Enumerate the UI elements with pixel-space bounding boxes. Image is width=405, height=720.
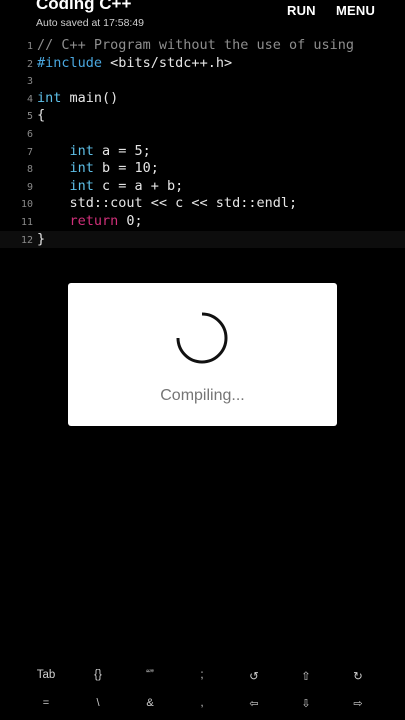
code-line[interactable]: 6 [0,125,405,143]
code-line[interactable]: 11 return 0; [0,213,405,231]
code-type: int [69,160,94,177]
code-directive: #include [37,54,103,71]
line-number: 4 [26,93,33,105]
line-number: 5 [26,111,33,123]
code-line[interactable]: 10 std::cout << c << std::endl; [0,195,405,213]
line-number: 9 [26,181,33,193]
code-line[interactable]: 4 int main() [0,90,405,108]
code-line[interactable]: 3 [0,72,405,90]
key-comma[interactable]: , [173,697,231,709]
code-line[interactable]: 1 // C++ Program without the use of usin… [0,37,405,55]
arrow-down-icon[interactable]: ⇩ [277,697,335,710]
line-number: 11 [20,216,33,228]
code-line[interactable]: 8 int b = 10; [0,160,405,178]
code-keyword: return [69,212,119,229]
code-text: a = 5; [93,142,151,159]
key-quotes[interactable]: “” [121,669,179,681]
code-text: { [37,107,46,124]
loading-spinner-icon [176,312,228,364]
code-text: main() [61,89,119,106]
dialog-message: Compiling... [160,387,245,404]
code-editor[interactable]: 1 // C++ Program without the use of usin… [0,37,405,249]
code-text: } [37,230,46,247]
code-text: b = 10; [93,160,159,177]
autosave-status: Auto saved at 17:58:49 [36,17,144,29]
undo-icon[interactable]: ↺ [225,669,283,683]
app-bar: Coding C++ Auto saved at 17:58:49 RUN ME… [0,0,405,36]
redo-icon[interactable]: ↻ [329,669,387,683]
code-text: <bits/stdc++.h> [102,54,233,71]
line-number: 1 [26,41,33,52]
code-comment: // C++ Program without the use of using [37,37,354,53]
line-number: 10 [20,199,33,211]
code-text: 0; [118,212,143,229]
key-semicolon[interactable]: ; [173,669,231,681]
line-number: 3 [26,76,33,88]
code-line[interactable]: 7 int a = 5; [0,143,405,161]
code-type: int [69,177,94,194]
code-type: int [69,142,94,159]
arrow-right-icon[interactable]: ⇨ [329,697,387,710]
code-line[interactable]: 9 int c = a + b; [0,178,405,196]
page-title: Coding C++ [36,0,132,13]
code-type: int [37,89,62,106]
line-number: 6 [26,128,33,140]
menu-button[interactable]: MENU [336,3,375,18]
key-backslash[interactable]: \ [69,697,127,709]
code-text: c = a + b; [93,177,184,194]
arrow-left-icon[interactable]: ⇦ [225,697,283,710]
compiling-dialog: Compiling... [68,283,337,426]
code-line[interactable]: 5 { [0,107,405,125]
key-braces[interactable]: {} [69,669,127,681]
code-line-current[interactable]: 12 } [0,230,405,249]
key-tab[interactable]: Tab [17,669,75,681]
key-ampersand[interactable]: & [121,697,179,709]
code-line[interactable]: 2 #include <bits/stdc++.h> [0,55,405,73]
line-number: 12 [20,234,33,246]
line-number: 8 [26,164,33,176]
line-number: 7 [26,146,33,158]
line-number: 2 [26,58,33,70]
key-equals[interactable]: = [17,697,75,709]
run-button[interactable]: RUN [287,3,316,18]
symbol-keyboard-bar: Tab {} “” ; ↺ ⇧ ↻ = \ & , ⇦ ⇩ ⇨ [0,664,405,720]
arrow-up-icon[interactable]: ⇧ [277,669,335,683]
code-text: std::cout << c << std::endl; [37,195,298,212]
